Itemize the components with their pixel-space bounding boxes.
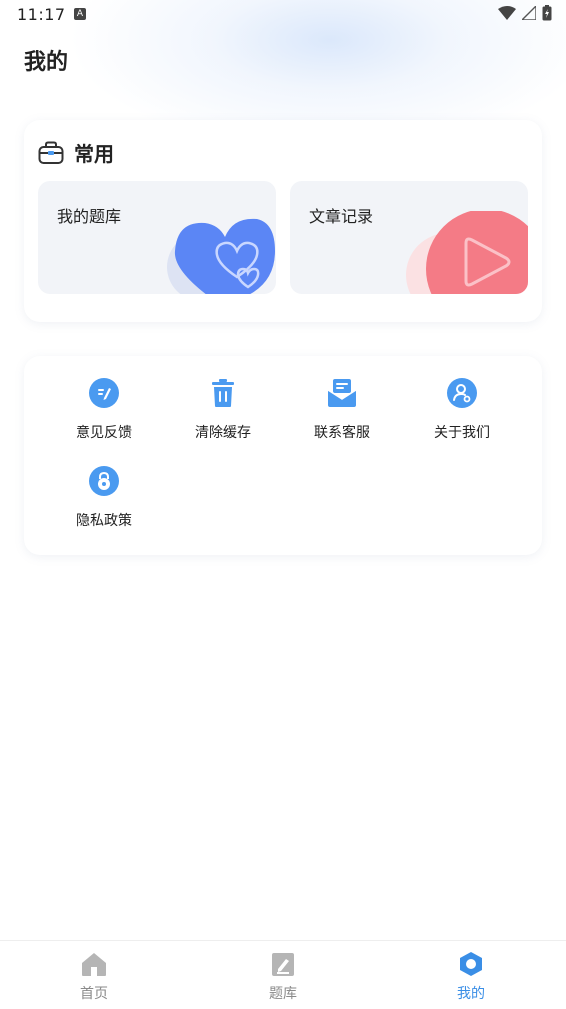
tab-question-bank[interactable]: 题库 (243, 951, 323, 1003)
menu-item-about-us-label: 关于我们 (434, 425, 490, 441)
common-title: 常用 (74, 142, 114, 166)
menu-item-contact-service-label: 联系客服 (314, 425, 370, 441)
tab-home[interactable]: 首页 (54, 951, 134, 1003)
menu-item-privacy-policy-label: 隐私政策 (76, 513, 132, 529)
menu-item-privacy-policy[interactable]: 隐私政策 (44, 466, 164, 530)
menu-item-contact-service[interactable]: 联系客服 (282, 378, 402, 442)
home-icon (82, 953, 106, 976)
menu-item-clear-cache-label: 清除缓存 (195, 425, 251, 441)
menu-item-about-us[interactable]: 关于我们 (402, 378, 522, 442)
common-header: 常用 (38, 138, 114, 167)
mail-icon (327, 379, 357, 407)
heart-decoration-icon (167, 218, 275, 294)
menu-item-feedback-label: 意见反馈 (76, 425, 132, 441)
trash-icon (212, 379, 234, 407)
menu-item-feedback[interactable]: 意见反馈 (44, 378, 164, 442)
bottom-tab-bar: 首页 题库 我的 (0, 940, 566, 1009)
status-bar: 11:17 A (0, 0, 566, 30)
tab-mine[interactable]: 我的 (431, 951, 511, 1003)
notification-a-icon: A (74, 8, 86, 20)
hexagon-icon (460, 952, 482, 976)
page-title: 我的 (24, 50, 69, 75)
tile-question-bank-label: 我的题库 (57, 207, 122, 226)
battery-icon (542, 5, 552, 21)
briefcase-icon (38, 141, 64, 164)
user-settings-icon (447, 378, 477, 408)
notebook-icon (272, 953, 294, 976)
edit-icon (89, 378, 119, 408)
tile-article-records-label: 文章记录 (309, 207, 374, 226)
status-time: 11:17 (17, 5, 66, 24)
tile-question-bank[interactable]: 我的题库 (38, 181, 276, 294)
common-card: 常用 我的题库 文章记录 (24, 120, 542, 322)
status-icons (498, 5, 552, 21)
cell-signal-icon (522, 6, 536, 20)
tab-home-label: 首页 (80, 986, 108, 1002)
menu-item-clear-cache[interactable]: 清除缓存 (163, 378, 283, 442)
tab-mine-label: 我的 (457, 986, 485, 1002)
tab-question-bank-label: 题库 (269, 986, 297, 1002)
tile-article-records[interactable]: 文章记录 (290, 181, 528, 294)
wifi-icon (498, 6, 516, 20)
menu-card: 意见反馈 清除缓存 联系客服 关于我们 隐私政策 (24, 356, 542, 555)
play-decoration-icon (406, 211, 528, 294)
privacy-lock-icon (89, 466, 119, 496)
